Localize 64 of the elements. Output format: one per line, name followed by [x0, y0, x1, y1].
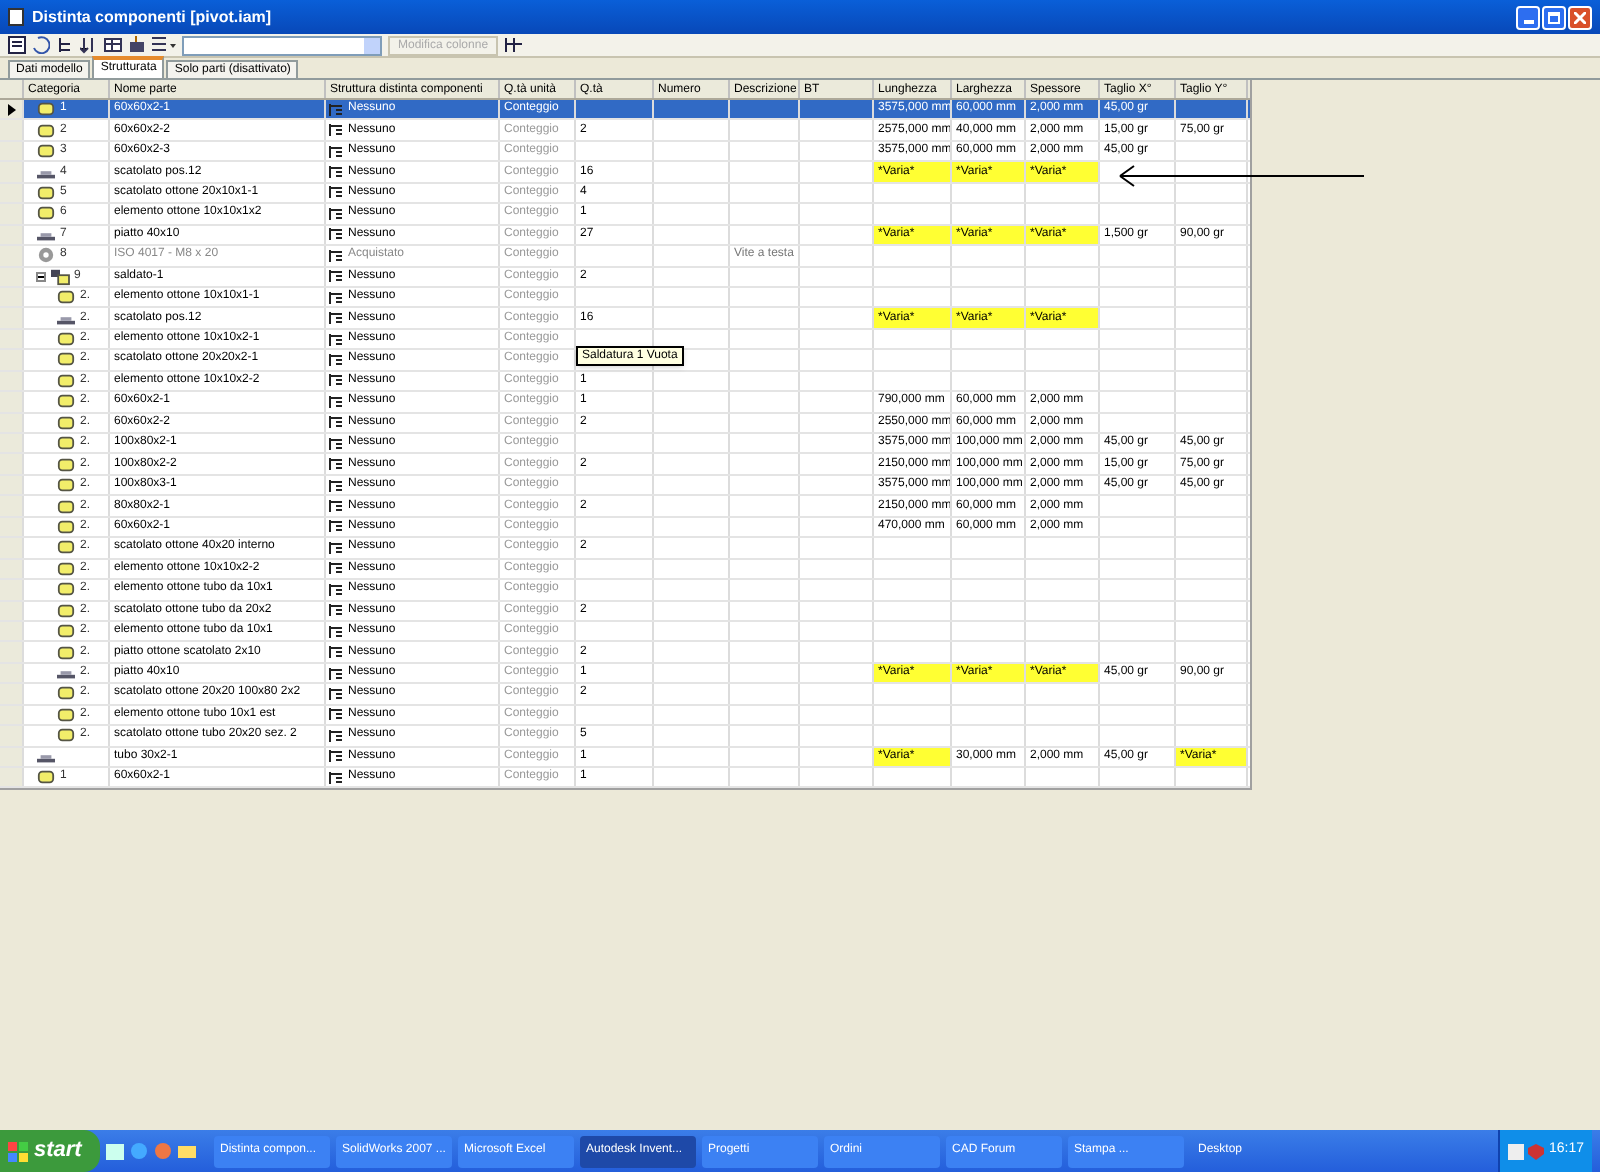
row-pointer-icon [7, 103, 15, 116]
structure-icon [328, 393, 344, 410]
structure-icon [328, 331, 344, 348]
structure-icon [328, 769, 344, 786]
part-icon [56, 288, 76, 307]
structure-icon [328, 226, 344, 243]
structure-icon [328, 310, 344, 327]
browser-icon[interactable] [130, 1142, 148, 1160]
structure-icon [328, 351, 344, 368]
minimize-icon [1523, 19, 1533, 23]
refresh-icon[interactable] [32, 36, 50, 54]
structure-icon [328, 122, 344, 139]
structure-icon [328, 560, 344, 577]
structure-icon [328, 289, 344, 306]
structure-icon [328, 727, 344, 744]
bolt-icon [36, 246, 56, 265]
structure-icon [328, 143, 344, 160]
structure-icon [328, 268, 344, 285]
structure-icon [328, 477, 344, 494]
structure-icon [328, 205, 344, 222]
part-icon [36, 768, 56, 787]
structure-icon [328, 414, 344, 431]
structure-icon [328, 748, 344, 765]
start-button[interactable]: start [0, 1130, 100, 1172]
window-title: Distinta componenti [pivot.iam] [32, 5, 272, 29]
collapse-toggle[interactable] [36, 271, 46, 282]
sort-icon[interactable] [80, 36, 98, 54]
structure-icon [328, 435, 344, 452]
structure-icon [328, 644, 344, 661]
network-icon [1508, 1143, 1525, 1159]
properties-icon[interactable] [8, 36, 26, 54]
structure-icon [328, 372, 344, 389]
structure-icon [328, 184, 344, 201]
assembly-icon [50, 267, 70, 286]
close-icon [1574, 11, 1586, 23]
structure-icon [328, 498, 344, 515]
structure-icon [328, 164, 344, 181]
app-icon [8, 8, 24, 26]
structure-icon [328, 623, 344, 640]
row-header[interactable] [0, 100, 24, 119]
structure-icon [328, 602, 344, 619]
structure-icon [328, 539, 344, 556]
tree-icon[interactable] [56, 36, 74, 54]
close-button[interactable] [1568, 5, 1592, 29]
export-icon[interactable] [128, 36, 146, 54]
maximize-button[interactable] [1542, 5, 1566, 29]
desktop-icon[interactable] [106, 1142, 124, 1160]
structure-icon [328, 518, 344, 535]
shield-icon [1528, 1143, 1545, 1159]
minimize-button[interactable] [1516, 5, 1540, 29]
maximize-icon [1548, 11, 1560, 23]
structure-icon [328, 456, 344, 473]
windows-logo-icon [8, 1141, 28, 1161]
columns-icon[interactable] [504, 36, 525, 54]
folder-icon[interactable] [178, 1142, 196, 1160]
structure-icon [328, 706, 344, 723]
list-icon[interactable] [152, 36, 176, 54]
structure-icon [328, 581, 344, 598]
structure-icon [328, 685, 344, 702]
structure-icon [328, 247, 344, 264]
table-icon[interactable] [104, 36, 122, 54]
media-icon[interactable] [154, 1142, 172, 1160]
structure-icon [328, 101, 344, 118]
structure-icon [328, 665, 344, 682]
